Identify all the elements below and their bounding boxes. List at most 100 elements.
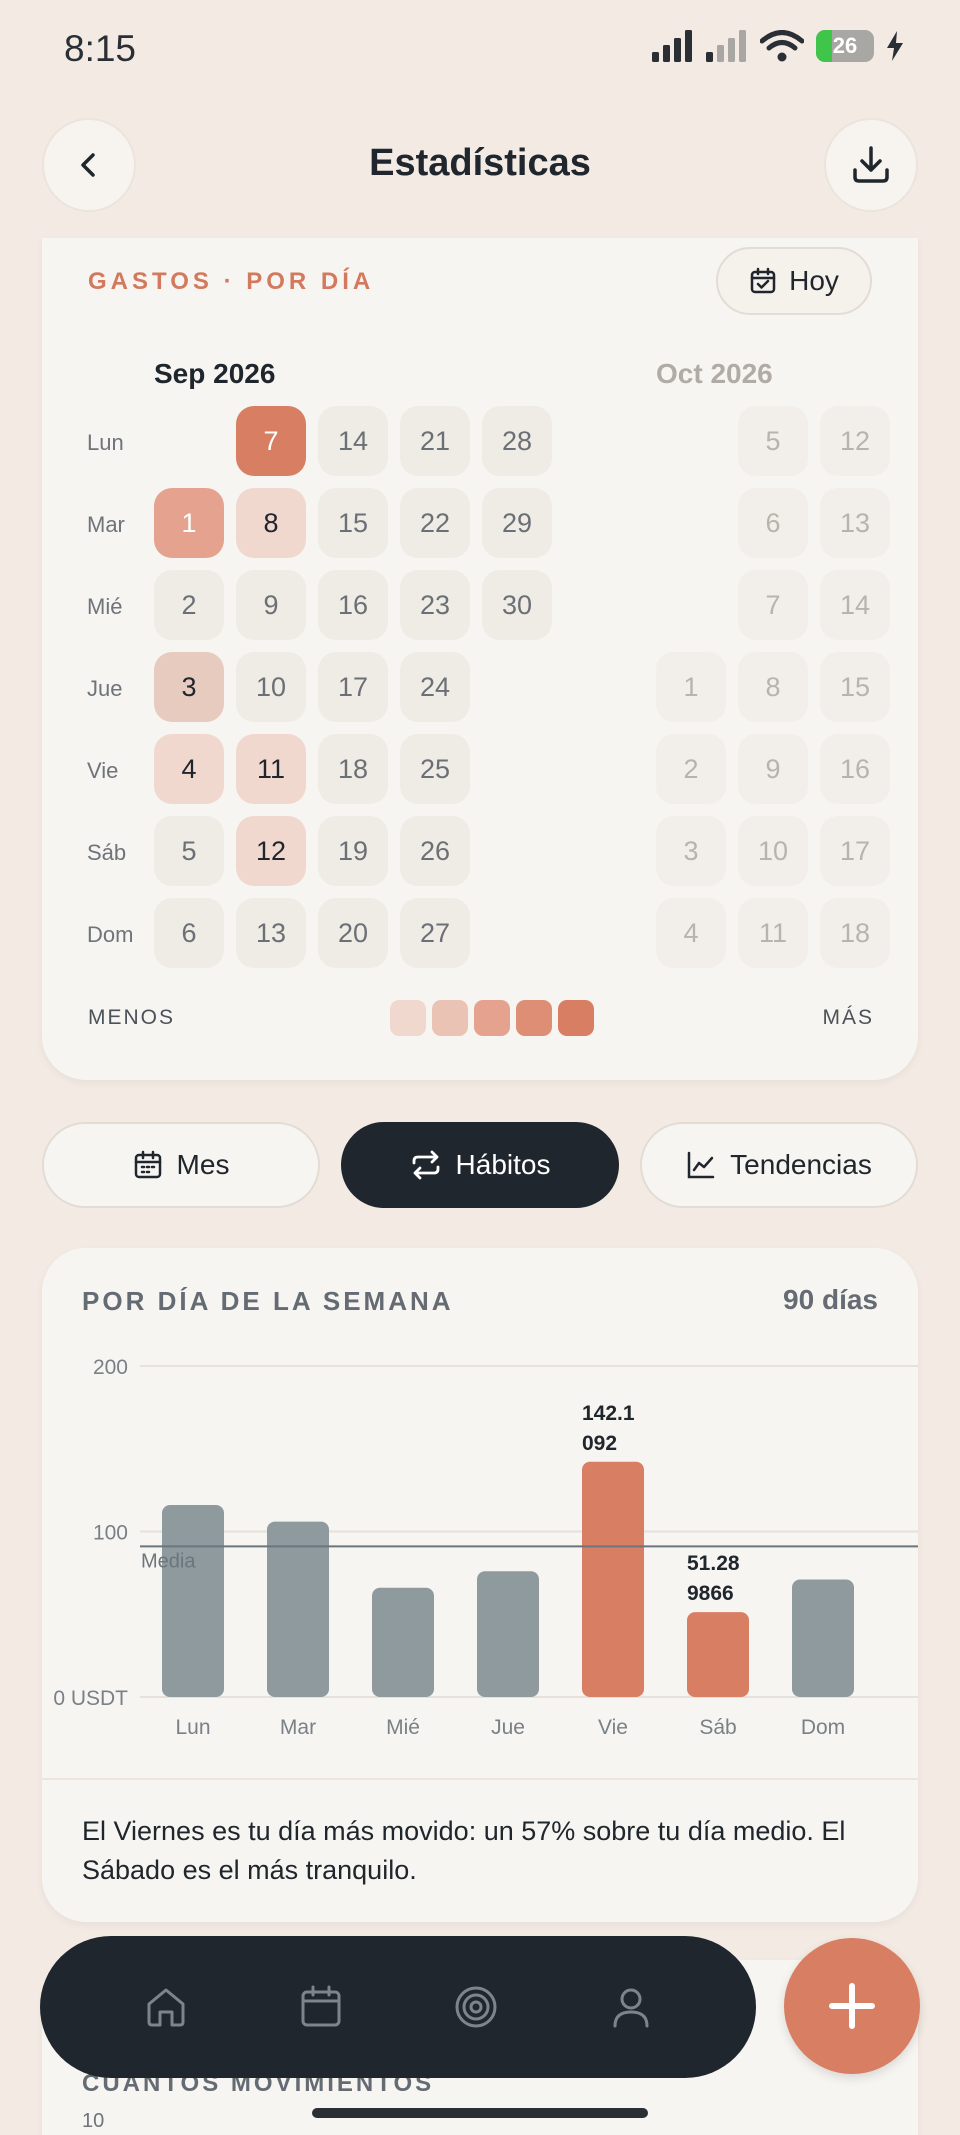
calendar-day-next-month[interactable]: 8 bbox=[738, 652, 808, 722]
tab-mes[interactable]: Mes bbox=[42, 1122, 320, 1208]
calendar-day[interactable]: 15 bbox=[318, 488, 388, 558]
view-tabs: Mes Hábitos Tendencias bbox=[42, 1122, 918, 1208]
calendar-day[interactable]: 19 bbox=[318, 816, 388, 886]
calendar-day-next-month[interactable]: 6 bbox=[738, 488, 808, 558]
day-label-mie: Mié bbox=[87, 594, 123, 619]
nav-home[interactable] bbox=[131, 1972, 201, 2042]
data-label: 9866 bbox=[687, 1582, 734, 1605]
calendar-day[interactable]: 26 bbox=[400, 816, 470, 886]
tab-habitos-label: Hábitos bbox=[455, 1149, 551, 1180]
status-time: 8:15 bbox=[64, 28, 137, 69]
calendar-day-next-month[interactable]: 4 bbox=[656, 898, 726, 968]
calendar-day[interactable]: 28 bbox=[482, 406, 552, 476]
calendar-day[interactable]: 17 bbox=[318, 652, 388, 722]
calendar-day-next-month[interactable]: 14 bbox=[820, 570, 890, 640]
calendar-icon bbox=[301, 1985, 340, 2027]
weekday-bar-chart: 0 USDT 100 200 Lun Mar Mié Jue Vie 142.1 092 Sáb 51… bbox=[53, 1356, 918, 1739]
tab-habitos[interactable]: Hábitos bbox=[341, 1122, 619, 1208]
calendar-day[interactable]: 29 bbox=[482, 488, 552, 558]
legend-less-label: MENOS bbox=[88, 1006, 176, 1029]
calendar-day[interactable]: 25 bbox=[400, 734, 470, 804]
target-icon bbox=[455, 1986, 496, 2028]
calendar-day-next-month[interactable]: 11 bbox=[738, 898, 808, 968]
x-tick-label: Lun bbox=[175, 1716, 210, 1739]
calendar-day[interactable]: 23 bbox=[400, 570, 470, 640]
calendar-day[interactable]: 9 bbox=[236, 570, 306, 640]
calendar-day-next-month[interactable]: 15 bbox=[820, 652, 890, 722]
profile-icon bbox=[613, 1988, 648, 2028]
today-button[interactable]: Hoy bbox=[716, 247, 872, 315]
nav-profile[interactable] bbox=[596, 1972, 666, 2042]
nav-goals[interactable] bbox=[441, 1972, 511, 2042]
calendar-day[interactable]: 11 bbox=[236, 734, 306, 804]
calendar-day-next-month[interactable]: 16 bbox=[820, 734, 890, 804]
legend-swatch-4 bbox=[516, 1000, 552, 1036]
card-divider bbox=[42, 1778, 918, 1780]
tab-mes-label: Mes bbox=[176, 1149, 230, 1180]
calendar-day[interactable]: 2 bbox=[154, 570, 224, 640]
download-icon bbox=[853, 146, 889, 183]
bar bbox=[162, 1505, 224, 1697]
calendar-day-next-month[interactable]: 5 bbox=[738, 406, 808, 476]
day-label-sab: Sáb bbox=[87, 840, 127, 865]
data-label: 51.28 bbox=[687, 1552, 740, 1575]
calendar-day-next-month[interactable]: 18 bbox=[820, 898, 890, 968]
calendar-check-icon bbox=[750, 267, 776, 294]
average-label: Media bbox=[141, 1550, 196, 1572]
day-label-dom: Dom bbox=[87, 922, 134, 947]
calendar-day[interactable]: 18 bbox=[318, 734, 388, 804]
status-icons: 26 bbox=[652, 30, 904, 62]
download-button[interactable] bbox=[824, 118, 918, 212]
tab-tendencias[interactable]: Tendencias bbox=[640, 1122, 918, 1208]
calendar-day-next-month[interactable]: 9 bbox=[738, 734, 808, 804]
plus-icon bbox=[829, 1983, 875, 2029]
calendar-day[interactable]: 27 bbox=[400, 898, 470, 968]
calendar-day-next-month[interactable]: 12 bbox=[820, 406, 890, 476]
calendar-day[interactable]: 12 bbox=[236, 816, 306, 886]
bar bbox=[792, 1579, 854, 1697]
y-tick-label: 0 USDT bbox=[53, 1687, 128, 1710]
x-tick-label: Jue bbox=[491, 1716, 525, 1739]
legend-swatch-5 bbox=[558, 1000, 594, 1036]
calendar-day[interactable]: 22 bbox=[400, 488, 470, 558]
bar bbox=[582, 1461, 644, 1697]
x-tick-label: Dom bbox=[801, 1716, 845, 1739]
y-tick-label: 200 bbox=[93, 1356, 128, 1379]
insight-text: El Viernes es tu día más movido: un 57% … bbox=[82, 1816, 846, 1885]
page-title: Estadísticas bbox=[369, 142, 591, 184]
calendar-day[interactable]: 5 bbox=[154, 816, 224, 886]
calendar-day[interactable]: 24 bbox=[400, 652, 470, 722]
calendar-day-next-month[interactable]: 1 bbox=[656, 652, 726, 722]
calendar-day[interactable]: 20 bbox=[318, 898, 388, 968]
x-tick-label: Mié bbox=[386, 1716, 420, 1739]
calendar-day[interactable]: 3 bbox=[154, 652, 224, 722]
calendar-day[interactable]: 13 bbox=[236, 898, 306, 968]
line-chart-icon bbox=[687, 1151, 715, 1179]
calendar-day[interactable]: 1 bbox=[154, 488, 224, 558]
calendar-day[interactable]: 10 bbox=[236, 652, 306, 722]
calendar-day[interactable]: 21 bbox=[400, 406, 470, 476]
signal-icon bbox=[652, 30, 692, 62]
signal-icon-secondary bbox=[706, 30, 746, 62]
calendar-day-next-month[interactable]: 3 bbox=[656, 816, 726, 886]
nav-calendar[interactable] bbox=[286, 1972, 356, 2042]
calendar-day-next-month[interactable]: 2 bbox=[656, 734, 726, 804]
legend-swatch-2 bbox=[432, 1000, 468, 1036]
calendar-day-next-month[interactable]: 17 bbox=[820, 816, 890, 886]
x-tick-label: Mar bbox=[280, 1716, 316, 1739]
calendar-day-next-month[interactable]: 13 bbox=[820, 488, 890, 558]
calendar-day-next-month[interactable]: 10 bbox=[738, 816, 808, 886]
calendar-day[interactable]: 7 bbox=[236, 406, 306, 476]
status-bar: 8:15 26 bbox=[0, 0, 960, 100]
home-icon bbox=[147, 1988, 184, 2027]
calendar-day[interactable]: 30 bbox=[482, 570, 552, 640]
add-button[interactable] bbox=[784, 1938, 920, 2074]
calendar-day[interactable]: 16 bbox=[318, 570, 388, 640]
calendar-day[interactable]: 6 bbox=[154, 898, 224, 968]
calendar-day[interactable]: 4 bbox=[154, 734, 224, 804]
calendar-day-next-month[interactable]: 7 bbox=[738, 570, 808, 640]
movements-y-tick: 10 bbox=[82, 2110, 105, 2132]
calendar-icon bbox=[134, 1150, 161, 1179]
calendar-day[interactable]: 8 bbox=[236, 488, 306, 558]
calendar-day[interactable]: 14 bbox=[318, 406, 388, 476]
